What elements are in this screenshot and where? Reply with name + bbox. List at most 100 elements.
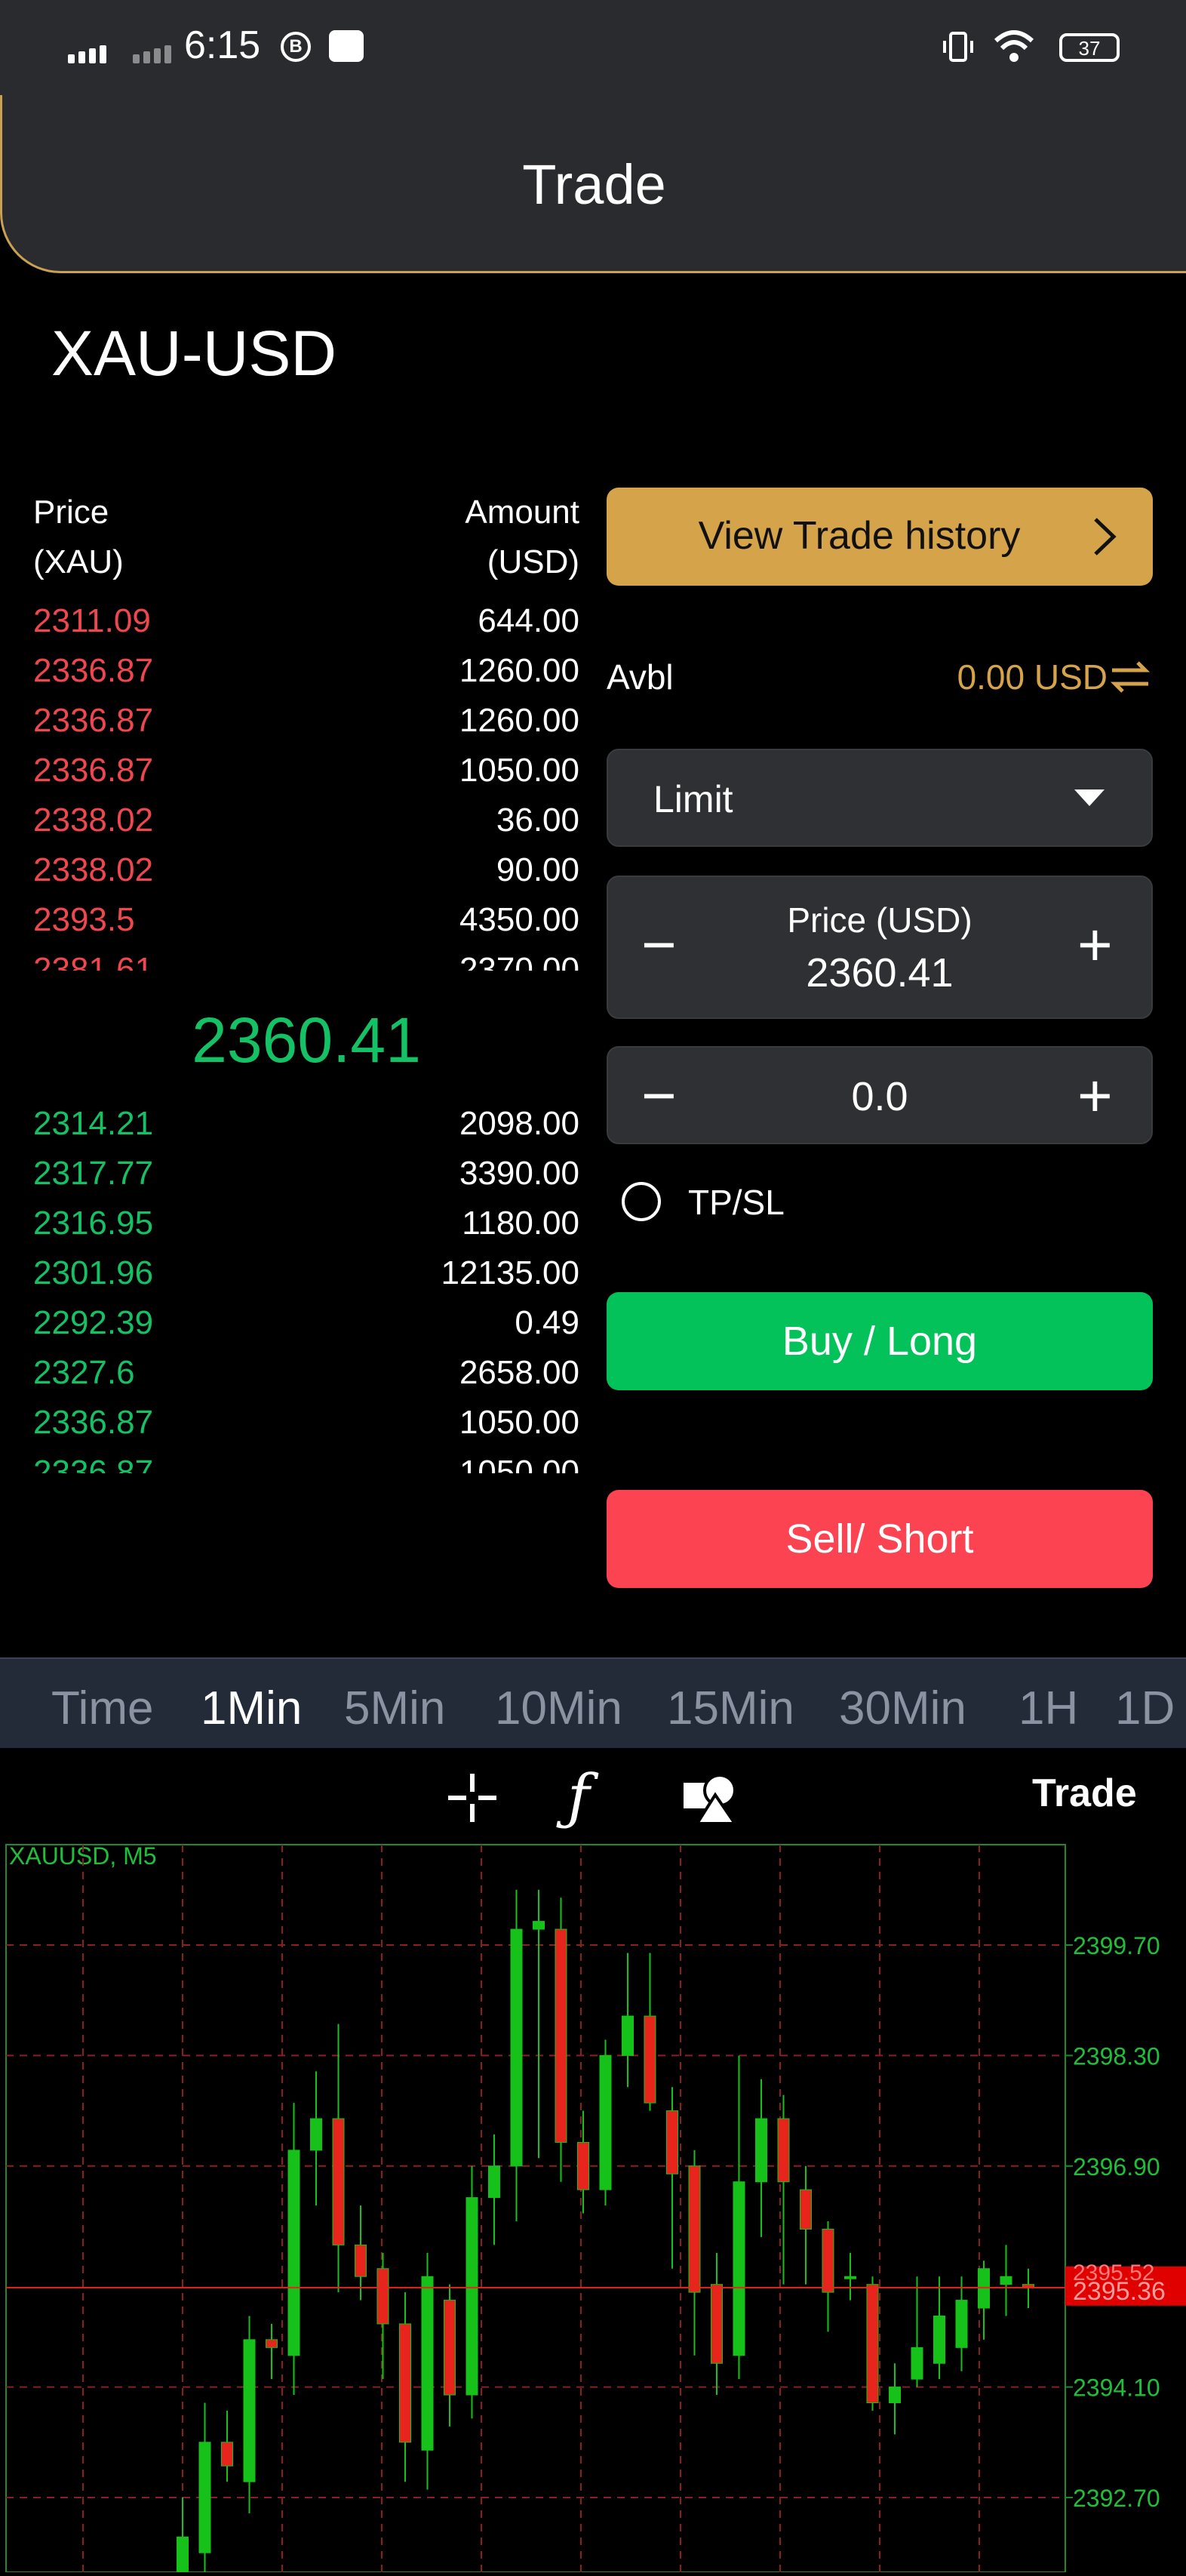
bid-price: 2336.87 [33,1454,154,1473]
ask-price: 2336.87 [33,702,154,739]
y-tick-label: 2398.30 [1073,2042,1160,2070]
bid-amount: 1180.00 [462,1205,579,1242]
ask-row[interactable]: 2311.09 644.00 [33,596,579,646]
chart-svg: XAUUSD, M5 2399.702398.302396.902394.102… [5,1842,1186,2576]
ask-row[interactable]: 2336.87 1050.00 [33,746,579,796]
y-tick-label: 2399.70 [1073,1932,1160,1959]
bid-amount: 1050.00 [459,1404,579,1441]
status-bar: 6:15 B 37 [0,0,1186,95]
candle-body [332,2118,345,2245]
signal-icon [68,38,113,63]
bid-row[interactable]: 2336.87 1050.00 [33,1398,579,1448]
candle-body [777,2118,790,2183]
ask-price: 2393.5 [33,901,135,938]
bid-row[interactable]: 2336.87 1050.00 [33,1448,579,1473]
bid-price: 2327.6 [33,1354,135,1391]
price-increase-button[interactable]: + [1077,910,1113,980]
amount-header-line1: Amount [465,494,579,531]
signal-icon-secondary [133,38,178,63]
amount-header-line2: (USD) [487,543,579,580]
amount-input-value[interactable]: 0.0 [608,1073,1151,1120]
tab-5min[interactable]: 5Min [344,1682,445,1735]
ask-row[interactable]: 2393.5 4350.00 [33,895,579,945]
candle-body [421,2276,434,2451]
price-header-line2: (XAU) [33,543,124,580]
candle-body [755,2118,767,2183]
sell-short-button[interactable]: Sell/ Short [607,1490,1153,1588]
shapes-icon[interactable] [681,1769,741,1827]
tab-1min[interactable]: 1Min [201,1682,302,1735]
ask-price: 2338.02 [33,851,154,888]
mail-notification-icon [329,30,364,62]
amount-increase-button[interactable]: + [1077,1061,1113,1131]
amount-header: Amount (USD) [465,488,579,587]
tab-10min[interactable]: 10Min [495,1682,622,1735]
ask-row[interactable]: 2336.87 1260.00 [33,646,579,696]
tab-1h[interactable]: 1H [1019,1682,1078,1735]
ask-amount: 90.00 [496,851,579,888]
price-input[interactable]: − Price (USD) 2360.41 + [607,876,1153,1019]
ask-price: 2381.61 [33,951,154,971]
candle-body [399,2323,411,2443]
ask-row[interactable]: 2336.87 1260.00 [33,696,579,746]
candle-body [955,2300,968,2348]
order-type-value: Limit [653,778,733,820]
candle-body [978,2268,990,2309]
bid-amount: 3390.00 [459,1155,579,1192]
candle-body [688,2165,701,2293]
ask-row[interactable]: 2338.02 36.00 [33,796,579,845]
y-tick-label: 2394.10 [1073,2374,1160,2402]
price-input-value[interactable]: 2360.41 [608,949,1151,996]
bid-price: 2317.77 [33,1155,154,1192]
mid-price: 2360.41 [192,1005,421,1076]
candle-body [221,2442,233,2467]
bid-row[interactable]: 2314.21 2098.00 [33,1099,579,1149]
bid-row[interactable]: 2292.39 0.49 [33,1298,579,1348]
candle-body [510,1928,523,2167]
tab-1d[interactable]: 1D [1115,1682,1175,1735]
bid-row[interactable]: 2327.6 2658.00 [33,1348,579,1398]
candle-body [577,2141,589,2190]
ask-amount: 644.00 [478,602,579,639]
y-tick-label: 2392.70 [1073,2485,1160,2512]
dropdown-triangle-icon [1074,789,1105,806]
bid-row[interactable]: 2301.96 12135.00 [33,1248,579,1298]
buy-long-label: Buy / Long [782,1319,978,1364]
candlestick-chart[interactable]: XAUUSD, M5 2399.70 2398.30 2396.90 2394.10 2… [0,1837,1186,2576]
ask-amount: 1050.00 [459,752,579,789]
ask-list: 2311.09 644.00 2336.87 1260.00 2336.87 1260… [0,596,604,971]
battery-icon: 37 [1059,33,1120,62]
candle-body [355,2244,367,2277]
view-trade-history-button[interactable]: View Trade history [607,488,1153,586]
tab-15min[interactable]: 15Min [667,1682,794,1735]
crosshair-icon[interactable] [445,1771,499,1825]
bid-amount: 12135.00 [441,1254,579,1291]
order-type-select[interactable]: Limit [607,749,1153,847]
ask-row[interactable]: 2381.61 2370.00 [33,945,579,971]
tab-time[interactable]: Time [51,1682,153,1735]
candle-body [599,2054,612,2190]
bid-amount: 2658.00 [459,1354,579,1391]
status-time: 6:15 [184,23,261,67]
bid-row[interactable]: 2316.95 1180.00 [33,1199,579,1248]
sell-short-label: Sell/ Short [785,1516,974,1562]
ask-row[interactable]: 2338.02 90.00 [33,845,579,895]
ask-price: 2336.87 [33,752,154,789]
tpsl-label[interactable]: TP/SL [688,1182,785,1223]
swap-arrows-icon[interactable] [1109,658,1151,696]
trade-toolbar-label[interactable]: Trade [1032,1771,1137,1816]
chevron-right-icon [1089,515,1120,568]
bid-row[interactable]: 2317.77 3390.00 [33,1149,579,1199]
buy-long-button[interactable]: Buy / Long [607,1292,1153,1390]
candle-body [488,2165,500,2199]
ask-price: 2336.87 [33,652,154,689]
view-trade-history-label: View Trade history [698,514,1021,558]
battery-level: 37 [1078,37,1101,60]
chart-toolbar: ƒ Trade [0,1748,1186,1837]
tpsl-radio[interactable] [622,1182,661,1221]
bid-price: 2314.21 [33,1105,154,1142]
tab-30min[interactable]: 30Min [839,1682,966,1735]
function-icon[interactable]: ƒ [567,1762,590,1832]
trading-pair-title: XAU-USD [51,318,337,389]
amount-input[interactable]: − 0.0 + [607,1046,1153,1144]
